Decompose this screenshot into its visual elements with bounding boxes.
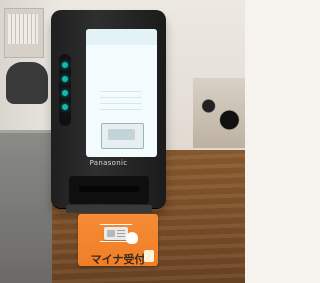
hand-icon [126, 232, 138, 244]
card-reader-kiosk: Panasonic [51, 10, 166, 208]
background-books [8, 14, 38, 44]
cable-bundle [193, 78, 245, 148]
card-placement-guide [101, 123, 144, 149]
kiosk-touchscreen[interactable] [86, 29, 157, 157]
brand-logo: Panasonic [89, 159, 128, 167]
sensor-led [62, 76, 68, 82]
card-photo-icon [107, 230, 115, 237]
sensor-led [62, 90, 68, 96]
office-chair [6, 62, 48, 104]
card-text-lines [117, 230, 125, 237]
sensor-led [62, 104, 68, 110]
myna-card-mat: マイナ受付 [78, 214, 158, 266]
mascot-icon [144, 250, 154, 262]
card-reader-tray[interactable] [69, 176, 149, 204]
sensor-led [62, 62, 68, 68]
face-camera-sensors [59, 54, 71, 126]
card-guide-icon [108, 129, 135, 140]
card-reader-slot [79, 186, 139, 192]
screen-instruction-text [100, 91, 142, 111]
photo-scene: Panasonic マイナ受付 [0, 0, 245, 283]
kiosk-base [66, 205, 152, 213]
screen-header-bar [86, 29, 157, 45]
id-card-icon [104, 227, 128, 240]
